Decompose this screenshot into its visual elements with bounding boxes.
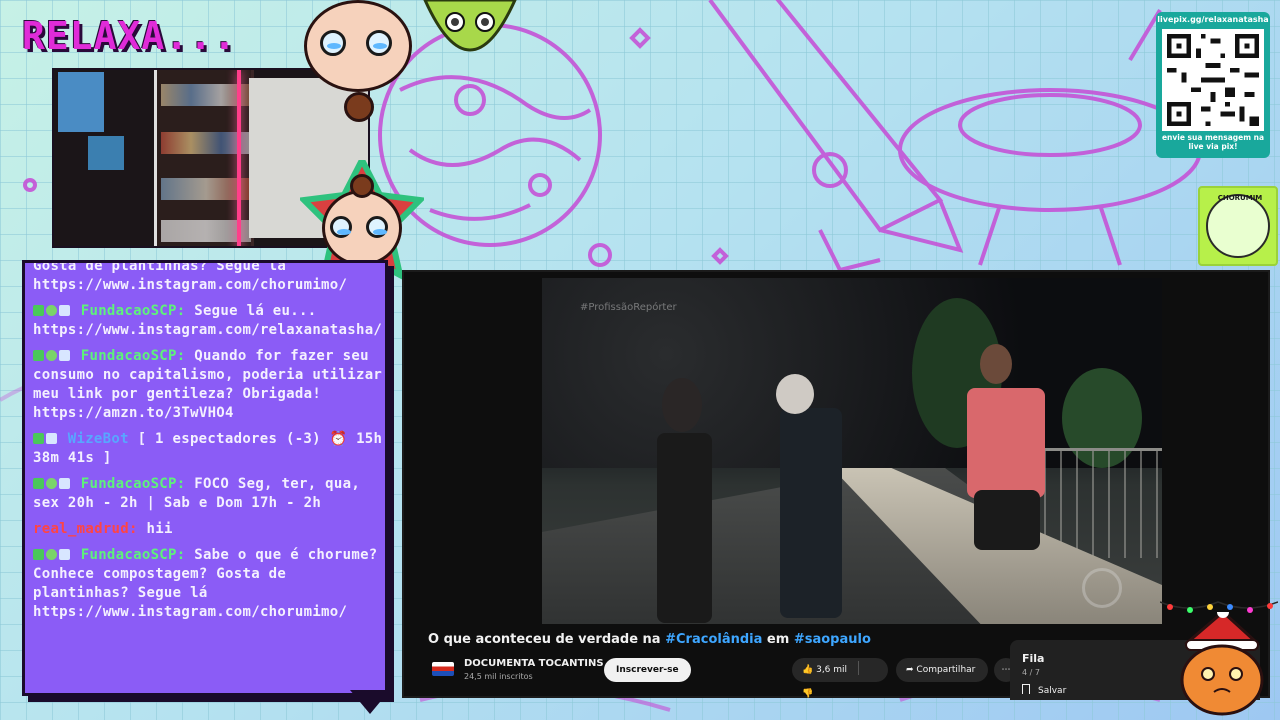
chat-message-list[interactable]: Gosta de plantinhas? Segue lá https://ww…	[33, 260, 385, 629]
share-label: Compartilhar	[916, 665, 976, 675]
christmas-cat-sticker	[1168, 606, 1276, 720]
alien-badge-icon	[46, 549, 57, 560]
moderator-badge-icon	[33, 305, 44, 316]
wall-poster	[58, 72, 104, 132]
save-button[interactable]: Salvar	[1022, 684, 1066, 696]
video-title-text: em	[762, 632, 794, 647]
share-button[interactable]: ➦ Compartilhar	[896, 658, 988, 682]
robot-badge-icon	[59, 549, 70, 560]
moderator-badge-icon	[33, 433, 44, 444]
video-watermark: #ProfissãoRepórter	[580, 302, 677, 313]
queue-count: 4 / 7	[1022, 668, 1040, 677]
video-title-text: O que aconteceu de verdade na	[428, 632, 666, 647]
chat-message: FundacaoSCP: Sabe o que é chorume? Conhe…	[33, 546, 385, 622]
moderator-badge-icon	[33, 478, 44, 489]
alien-badge-icon	[46, 478, 57, 489]
logo-text: CHORUMIM	[1217, 194, 1263, 202]
chat-username[interactable]: FundacaoSCP:	[81, 476, 186, 492]
chat-message: real_madrud: hii	[33, 520, 385, 539]
chat-username[interactable]: WizeBot	[68, 431, 129, 447]
robot-badge-icon	[59, 350, 70, 361]
subscribe-button[interactable]: Inscrever-se	[604, 658, 691, 682]
chat-message: FundacaoSCP: FOCO Seg, ter, qua, sex 20h…	[33, 475, 385, 513]
thumbs-down-icon[interactable]: 👎	[802, 689, 813, 699]
chat-message-text: hii	[146, 521, 173, 537]
person-blurred	[657, 433, 712, 623]
overlay-title: RELAXA...	[22, 14, 237, 58]
moderator-badge-icon	[33, 549, 44, 560]
led-light	[237, 70, 241, 246]
video-title: O que aconteceu de verdade na #Cracolând…	[428, 632, 871, 647]
hashtag-link[interactable]: #Cracolândia	[665, 632, 762, 647]
person-reporter	[780, 408, 842, 618]
bookmark-icon	[1022, 684, 1030, 694]
chat-message: FundacaoSCP: Quando for fazer seu consum…	[33, 347, 385, 423]
like-count[interactable]: 3,6 mil	[816, 665, 847, 675]
robot-badge-icon	[46, 433, 57, 444]
avatar-sticker-top	[304, 0, 414, 122]
channel-avatar[interactable]	[432, 662, 454, 676]
channel-row: DOCUMENTA TOCANTINS 24,5 mil inscritos I…	[428, 656, 1018, 699]
chat-username[interactable]: FundacaoSCP:	[81, 348, 186, 364]
chorumim-logo: CHORUMIM	[1198, 186, 1278, 266]
like-dislike-group: 👍 3,6 mil 👎	[792, 658, 888, 699]
livepix-qr-card[interactable]: livepix.gg/relaxanatasha envie sua mensa…	[1156, 12, 1270, 158]
qr-caption: envie sua mensagem na live via pix!	[1161, 133, 1265, 151]
like-divider	[857, 661, 859, 675]
queue-title: Fila	[1022, 652, 1045, 665]
chat-username[interactable]: FundacaoSCP:	[81, 303, 186, 319]
channel-subscribers: 24,5 mil inscritos	[464, 672, 533, 681]
logo-badge-icon	[1206, 194, 1270, 258]
thumbs-up-icon[interactable]: 👍	[802, 665, 813, 675]
broadcaster-logo-icon	[1082, 568, 1122, 608]
qr-code	[1162, 29, 1264, 131]
alien-badge-icon	[46, 350, 57, 361]
chat-message: WizeBot [ 1 espectadores (-3) ⏰ 15h 38m …	[33, 430, 385, 468]
youtube-player[interactable]: #ProfissãoRepórter O que aconteceu de ve…	[402, 270, 1270, 700]
person-pink-shirt	[967, 388, 1045, 498]
video-frame[interactable]: #ProfissãoRepórter	[542, 278, 1162, 624]
chat-username[interactable]: real_madrud:	[33, 521, 138, 537]
robot-badge-icon	[59, 305, 70, 316]
channel-name[interactable]: DOCUMENTA TOCANTINS	[464, 658, 604, 669]
hashtag-link[interactable]: #saopaulo	[794, 632, 871, 647]
chat-message: Gosta de plantinhas? Segue lá https://ww…	[33, 260, 385, 295]
share-icon: ➦	[906, 665, 914, 675]
save-label: Salvar	[1038, 686, 1067, 696]
alien-badge-icon	[46, 305, 57, 316]
chat-message: FundacaoSCP: Segue lá eu... https://www.…	[33, 302, 385, 340]
chat-bubble-tail	[350, 690, 390, 714]
alien-sticker	[420, 0, 520, 86]
chat-panel[interactable]: Gosta de plantinhas? Segue lá https://ww…	[22, 260, 388, 696]
qr-url-text: livepix.gg/relaxanatasha	[1157, 15, 1269, 24]
christmas-lights	[1160, 601, 1278, 613]
wall-poster	[88, 136, 124, 170]
chat-username[interactable]: FundacaoSCP:	[81, 547, 186, 563]
chat-message-text: Gosta de plantinhas? Segue lá https://ww…	[33, 260, 348, 293]
moderator-badge-icon	[33, 350, 44, 361]
robot-badge-icon	[59, 478, 70, 489]
